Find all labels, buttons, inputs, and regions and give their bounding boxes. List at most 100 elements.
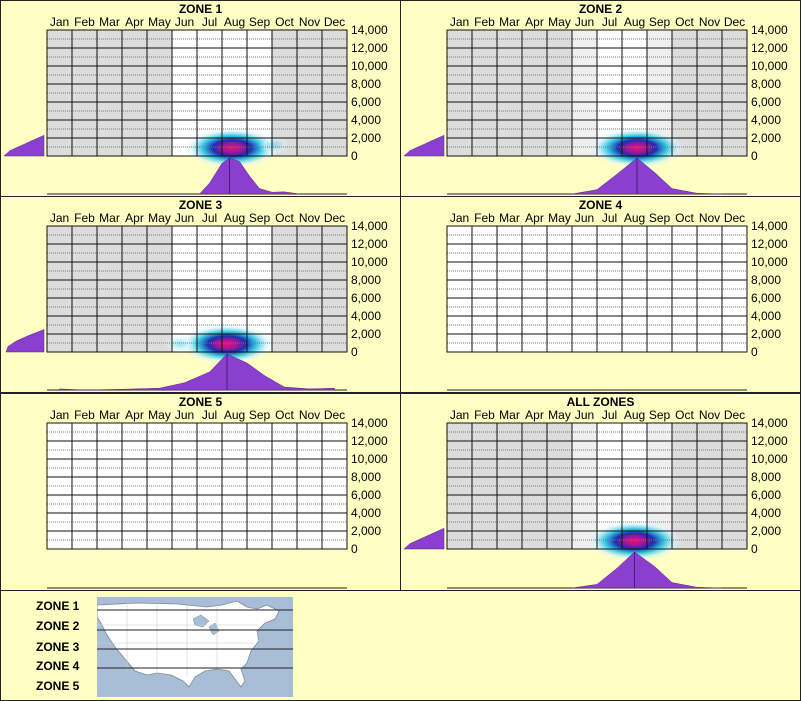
y-tick-label: 0 — [351, 542, 358, 556]
chart-svg-zone-2: Jan Feb Mar Apr May Jun Jul Aug Sep Oct Nov Dec 14,0… — [403, 15, 788, 195]
month-tick-label: Jan — [450, 211, 469, 225]
month-tick-label: Dec — [724, 15, 745, 29]
y-tick-label: 6,000 — [351, 95, 381, 109]
elevation-density-curve — [403, 527, 445, 550]
month-tick-label: Aug — [624, 15, 645, 29]
north-america-map-icon — [97, 597, 293, 697]
panel-zone-2: ZONE 2 Jan Feb Mar Apr May Jun Jul Aug Sep Oct Nov D… — [400, 0, 801, 197]
y-tick-label: 6,000 — [351, 291, 381, 305]
chart-svg-zone-1: Jan Feb Mar Apr May Jun Jul Aug Sep Oct Nov Dec 14,0… — [3, 15, 388, 195]
y-tick-label: 10,000 — [751, 59, 788, 73]
y-tick-label: 2,000 — [351, 524, 381, 538]
month-tick-label: Feb — [474, 211, 495, 225]
month-tick-label: Feb — [74, 15, 95, 29]
month-tick-label: Apr — [525, 211, 544, 225]
month-tick-label: Mar — [99, 408, 120, 422]
y-tick-label: 8,000 — [351, 470, 381, 484]
month-tick-label: Apr — [125, 408, 144, 422]
month-tick-label: Sep — [649, 408, 671, 422]
month-tick-label: Jul — [602, 211, 617, 225]
y-tick-label: 0 — [751, 542, 758, 556]
y-tick-label: 14,000 — [351, 23, 388, 37]
month-tick-label: Dec — [724, 408, 745, 422]
month-tick-label: Apr — [125, 15, 144, 29]
month-tick-label: Nov — [299, 15, 320, 29]
month-tick-label: Jun — [575, 408, 594, 422]
month-tick-label: Jun — [575, 211, 594, 225]
y-tick-label: 4,000 — [751, 506, 781, 520]
y-tick-label: 4,000 — [751, 113, 781, 127]
month-tick-label: Feb — [74, 211, 95, 225]
y-tick-label: 10,000 — [751, 452, 788, 466]
month-tick-label: Apr — [525, 15, 544, 29]
heat-hotspot — [163, 334, 196, 354]
month-tick-label: Oct — [275, 211, 294, 225]
month-tick-label: Jan — [50, 15, 69, 29]
panel-zone-5: ZONE 5 Jan Feb Mar Apr May Jun Jul Aug Sep Oct Nov D… — [0, 393, 401, 591]
month-tick-label: May — [548, 15, 571, 29]
legend-zone-4-label: ZONE 4 — [36, 659, 80, 673]
month-tick-label: Sep — [249, 211, 271, 225]
y-tick-label: 6,000 — [751, 95, 781, 109]
y-tick-label: 12,000 — [751, 237, 788, 251]
y-tick-label: 2,000 — [751, 524, 781, 538]
panel-all-zones: ALL ZONES Jan Feb Mar Apr May Jun Jul Aug Sep Oct N… — [400, 393, 801, 591]
y-tick-label: 14,000 — [751, 219, 788, 233]
month-tick-label: Jul — [202, 408, 217, 422]
y-tick-label: 12,000 — [751, 434, 788, 448]
y-tick-label: 0 — [751, 149, 758, 163]
month-tick-label: Mar — [99, 211, 120, 225]
y-tick-label: 4,000 — [351, 113, 381, 127]
y-tick-label: 10,000 — [351, 59, 388, 73]
y-tick-label: 10,000 — [351, 452, 388, 466]
elevation-density-curve — [403, 134, 445, 157]
month-tick-label: Jan — [50, 408, 69, 422]
month-tick-label: Jun — [175, 211, 194, 225]
month-tick-label: Apr — [125, 211, 144, 225]
month-tick-label: Nov — [699, 15, 720, 29]
month-tick-label: Dec — [724, 211, 745, 225]
y-tick-label: 2,000 — [351, 131, 381, 145]
month-tick-label: Jan — [450, 408, 469, 422]
y-tick-label: 12,000 — [351, 41, 388, 55]
month-tick-label: May — [548, 211, 571, 225]
month-tick-label: May — [148, 15, 171, 29]
y-tick-label: 12,000 — [751, 41, 788, 55]
month-tick-label: Jan — [450, 15, 469, 29]
y-tick-label: 4,000 — [351, 309, 381, 323]
panel-zone-1: ZONE 1 Jan Feb Mar Apr May Jun Jul Aug Sep Oct Nov D… — [0, 0, 401, 197]
zone-legend: ZONE 1 ZONE 2 ZONE 3 ZONE 4 ZONE 5 — [0, 590, 801, 701]
y-tick-label: 8,000 — [351, 273, 381, 287]
month-tick-label: Mar — [499, 211, 520, 225]
month-tick-label: Sep — [649, 211, 671, 225]
month-tick-label: Nov — [699, 408, 720, 422]
chart-svg-zone-5: Jan Feb Mar Apr May Jun Jul Aug Sep Oct Nov Dec 14,0… — [46, 408, 388, 589]
y-tick-label: 14,000 — [751, 416, 788, 430]
month-tick-label: Sep — [249, 15, 271, 29]
y-tick-label: 8,000 — [751, 470, 781, 484]
month-tick-label: Oct — [275, 15, 294, 29]
y-tick-label: 6,000 — [751, 291, 781, 305]
panel-zone-3: ZONE 3 Jan Feb Mar Apr May Jun Jul Aug Sep Oct Nov D… — [0, 196, 401, 393]
y-tick-label: 6,000 — [351, 488, 381, 502]
legend-zone-2-label: ZONE 2 — [36, 619, 80, 633]
elevation-density-curve — [3, 134, 45, 157]
month-tick-label: Mar — [499, 15, 520, 29]
month-tick-label: Aug — [224, 408, 245, 422]
y-tick-label: 0 — [351, 149, 358, 163]
month-tick-label: Oct — [675, 15, 694, 29]
y-tick-label: 4,000 — [351, 506, 381, 520]
month-tick-label: Jul — [202, 15, 217, 29]
y-tick-label: 2,000 — [751, 131, 781, 145]
y-tick-label: 6,000 — [751, 488, 781, 502]
month-tick-label: Nov — [299, 408, 320, 422]
month-tick-label: Dec — [324, 211, 345, 225]
month-tick-label: Aug — [224, 15, 245, 29]
month-tick-label: Mar — [99, 15, 120, 29]
month-tick-label: Jan — [50, 211, 69, 225]
month-tick-label: May — [548, 408, 571, 422]
month-tick-label: Nov — [299, 211, 320, 225]
month-tick-label: May — [148, 408, 171, 422]
panel-zone-4: ZONE 4 Jan Feb Mar Apr May Jun Jul Aug Sep Oct Nov D… — [400, 196, 801, 393]
month-tick-label: Sep — [249, 408, 271, 422]
